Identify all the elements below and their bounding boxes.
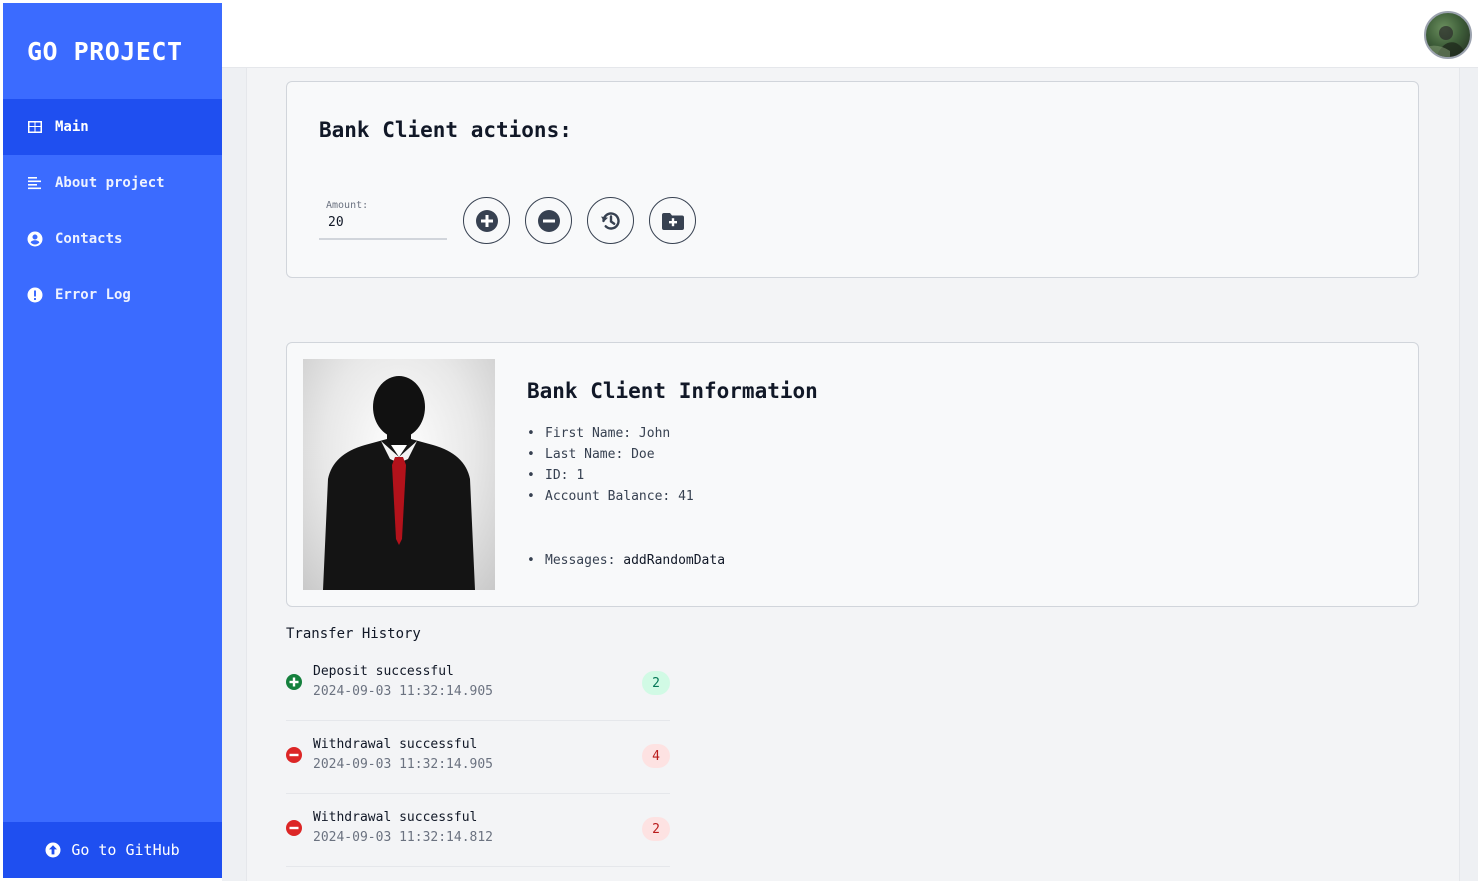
minus-circle-icon [537,209,560,232]
client-fields: First Name: John Last Name: Doe ID: 1 Ac… [527,423,694,507]
amount-input[interactable] [319,215,439,230]
history-button[interactable] [587,197,634,244]
list-item[interactable]: Withdrawal successful 2024-09-03 11:32:1… [286,794,670,867]
history-item-title: Withdrawal successful [313,810,478,825]
amount-badge: 4 [642,744,670,768]
history-icon [600,211,620,230]
field-balance: Account Balance: 41 [527,486,694,507]
exclamation-circle-icon [27,287,43,303]
history-item-title: Withdrawal successful [313,737,478,752]
amount-field[interactable]: Amount: [319,198,447,240]
history-item-time: 2024-09-03 11:32:14.905 [313,757,494,772]
list-item[interactable]: Withdrawal successful 2024-09-03 11:32:1… [286,721,670,794]
plus-circle-icon [475,209,498,232]
amount-badge: 2 [642,671,670,695]
arrow-up-circle-icon [45,842,61,858]
sidebar-item-error-log[interactable]: Error Log [3,267,222,323]
plus-circle-icon [286,674,302,690]
sidebar-item-contacts[interactable]: Contacts [3,211,222,267]
client-photo [303,359,495,590]
minus-circle-icon [286,747,302,763]
sidebar-item-label: Contacts [55,231,123,247]
field-last-name: Last Name: Doe [527,444,694,465]
github-link[interactable]: Go to GitHub [3,822,222,878]
folder-plus-icon [661,212,684,230]
history-item-title: Deposit successful [313,664,454,679]
field-id: ID: 1 [527,465,694,486]
app-logo: GO PROJECT [27,36,183,66]
align-left-icon [27,175,43,191]
actions-title: Bank Client actions: [319,118,572,142]
history-title: Transfer History [286,626,421,642]
user-avatar[interactable] [1424,11,1472,59]
history-item-time: 2024-09-03 11:32:14.905 [313,684,494,699]
messages-label: Messages: [545,553,616,568]
list-item[interactable]: Deposit successful 2024-09-03 11:32:14.9… [286,648,670,721]
history-item-time: 2024-09-03 11:32:14.812 [313,830,494,845]
top-bar [222,3,1478,68]
amount-badge: 2 [642,817,670,841]
sidebar-item-about[interactable]: About project [3,155,222,211]
sidebar: GO PROJECT Main About project Contacts E… [3,3,222,878]
sidebar-item-label: Error Log [55,287,131,303]
client-messages: Messages: addRandomData [527,553,725,568]
deposit-button[interactable] [463,197,510,244]
sidebar-item-label: About project [55,175,165,191]
user-circle-icon [27,231,43,247]
sidebar-item-label: Main [55,119,89,135]
actions-card: Bank Client actions: Amount: [286,81,1419,278]
sidebar-item-main[interactable]: Main [3,99,222,155]
add-folder-button[interactable] [649,197,696,244]
github-label: Go to GitHub [71,841,180,859]
field-first-name: First Name: John [527,423,694,444]
messages-value: addRandomData [623,553,726,568]
history-list: Deposit successful 2024-09-03 11:32:14.9… [286,648,670,867]
withdraw-button[interactable] [525,197,572,244]
client-info-card: Bank Client Information First Name: John… [286,342,1419,607]
minus-circle-icon [286,820,302,836]
client-info-title: Bank Client Information [527,379,818,403]
amount-label: Amount: [326,200,369,211]
table-icon [27,119,43,135]
